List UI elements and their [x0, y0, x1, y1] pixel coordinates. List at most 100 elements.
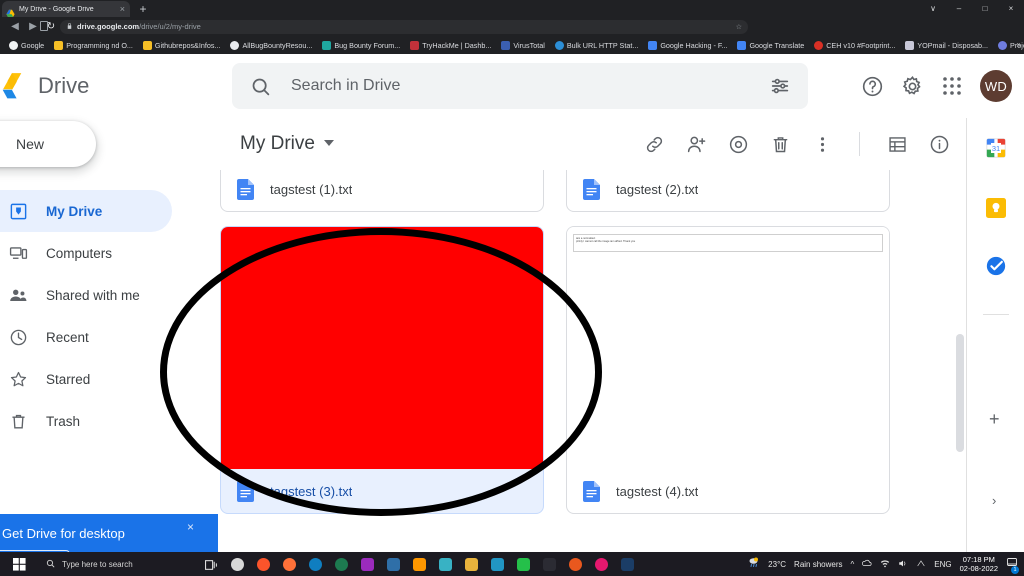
language-indicator[interactable]: ENG: [934, 560, 951, 569]
expand-panel-icon[interactable]: ›: [992, 493, 996, 508]
terminal-icon[interactable]: [536, 552, 562, 576]
chrome-icon[interactable]: [224, 552, 250, 576]
bookmark-item[interactable]: Google Hacking - F...: [643, 36, 732, 54]
close-window-button[interactable]: ×: [998, 0, 1024, 17]
brave-icon[interactable]: [250, 552, 276, 576]
address-bar-row: ◀ ▶ ↻ drive.google.com/drive/u/2/my-driv…: [0, 17, 1024, 49]
file-card[interactable]: tagstest (3).txt: [220, 226, 544, 514]
cast-icon[interactable]: [40, 21, 48, 31]
bookmark-item[interactable]: TryHackMe | Dashb...: [405, 36, 496, 54]
sidebar-item-trash[interactable]: Trash: [0, 400, 172, 442]
add-person-icon[interactable]: [685, 133, 707, 155]
sidebar-item-my-drive[interactable]: My Drive: [0, 190, 172, 232]
file-card[interactable]: tagstest (2).txt: [566, 170, 890, 212]
breadcrumb[interactable]: My Drive: [240, 133, 315, 155]
bookmark-item[interactable]: CEH v10 #Footprint...: [809, 36, 900, 54]
bookmark-item[interactable]: Google: [4, 36, 49, 54]
chevron-up-icon[interactable]: ^: [851, 560, 855, 569]
notifications-button[interactable]: 1: [1006, 555, 1019, 574]
volume-icon[interactable]: [898, 559, 908, 570]
list-view-icon[interactable]: [886, 133, 908, 155]
new-tab-button[interactable]: +: [136, 2, 150, 16]
preview-eye-icon[interactable]: [727, 133, 749, 155]
sidebar-item-shared-with-me[interactable]: Shared with me: [0, 274, 172, 316]
onedrive-icon[interactable]: [862, 559, 872, 570]
vertical-scrollbar[interactable]: [956, 334, 964, 452]
photoshop-icon[interactable]: [614, 552, 640, 576]
gear-icon[interactable]: [900, 74, 924, 98]
edge-icon[interactable]: [302, 552, 328, 576]
trash-icon[interactable]: [769, 133, 791, 155]
file-card[interactable]: iam a normaltext pOnly I cannot call the …: [566, 226, 890, 514]
vscode-insiders-icon[interactable]: [354, 552, 380, 576]
bookmark-item[interactable]: Programming nd O...: [49, 36, 138, 54]
search-input[interactable]: [291, 77, 808, 95]
red-circle-icon: [814, 40, 824, 50]
clock-date: 02-08-2022: [959, 564, 998, 573]
ubuntu-icon[interactable]: [562, 552, 588, 576]
app-glyph: [386, 557, 400, 571]
file-card[interactable]: tagstest (1).txt: [220, 170, 544, 212]
start-button[interactable]: [0, 552, 38, 576]
taskbar-search-placeholder: Type here to search: [62, 559, 133, 569]
new-button[interactable]: New: [0, 121, 96, 167]
calendar-icon[interactable]: 31: [986, 138, 1006, 158]
bookmark-item[interactable]: Google Translate: [732, 36, 809, 54]
bookmark-star-icon[interactable]: ☆: [736, 23, 742, 31]
vscode-icon[interactable]: [380, 552, 406, 576]
more-vertical-icon[interactable]: [811, 133, 833, 155]
omnibox[interactable]: drive.google.com/drive/u/2/my-drive ☆: [60, 19, 748, 34]
sublime-icon[interactable]: [406, 552, 432, 576]
tasks-icon[interactable]: [986, 256, 1006, 276]
new-button-label: New: [16, 136, 45, 152]
sidebar-nav: My Drive Computers Shared with me Recent Sta…: [0, 190, 218, 442]
store-icon[interactable]: [484, 552, 510, 576]
help-icon[interactable]: [860, 74, 884, 98]
bookmark-item[interactable]: Githubrepos&Infos...: [138, 36, 226, 54]
close-icon[interactable]: ×: [187, 520, 194, 534]
sidebar-item-recent[interactable]: Recent: [0, 316, 172, 358]
maximize-button[interactable]: □: [972, 0, 998, 17]
sidebar-item-computers[interactable]: Computers: [0, 232, 172, 274]
task-view-icon[interactable]: [198, 552, 224, 576]
app-glyph: [256, 557, 270, 571]
firefox-icon[interactable]: [276, 552, 302, 576]
back-button[interactable]: ◀: [6, 18, 24, 36]
oo-icon[interactable]: [588, 552, 614, 576]
clock[interactable]: 07:18 PM 02-08-2022: [960, 555, 998, 573]
chevron-down-icon[interactable]: [323, 139, 334, 149]
bookmark-item[interactable]: Bulk URL HTTP Stat...: [550, 36, 644, 54]
bookmark-item[interactable]: AllBugBountyResou...: [225, 36, 317, 54]
keep-icon[interactable]: [986, 198, 1006, 218]
browser-tab[interactable]: My Drive - Google Drive ×: [2, 1, 130, 17]
sidebar-item-starred[interactable]: Starred: [0, 358, 172, 400]
bookmark-item[interactable]: YOPmail - Disposab...: [900, 36, 993, 54]
weather-icon[interactable]: [748, 555, 760, 573]
bookmarks-overflow-icon[interactable]: »: [1017, 40, 1021, 49]
drive-app: Drive Search in Drive WD New My Drive Co…: [0, 54, 1024, 576]
touchpad-icon[interactable]: [916, 559, 926, 570]
info-icon[interactable]: [928, 133, 950, 155]
search-bar[interactable]: [232, 63, 808, 109]
u-app-icon[interactable]: [328, 552, 354, 576]
network-icon[interactable]: [880, 559, 890, 570]
app-glyph: [334, 557, 348, 571]
app-icon[interactable]: [432, 552, 458, 576]
tab-close-icon[interactable]: ×: [120, 4, 126, 14]
drive-logo-icon[interactable]: [2, 72, 32, 100]
search-options-button[interactable]: [752, 63, 808, 109]
bookmark-item[interactable]: VirusTotal: [496, 36, 549, 54]
tab-search-icon[interactable]: ∨: [920, 0, 946, 17]
link-icon[interactable]: [643, 133, 665, 155]
explorer-icon[interactable]: [458, 552, 484, 576]
apps-grid-icon[interactable]: [940, 74, 964, 98]
taskbar-search[interactable]: Type here to search: [38, 552, 198, 576]
avatar[interactable]: WD: [980, 70, 1012, 102]
bookmark-item[interactable]: Bug Bounty Forum...: [317, 36, 405, 54]
add-app-button[interactable]: +: [989, 410, 1000, 428]
minimize-button[interactable]: –: [946, 0, 972, 17]
file-thumbnail: iam a normaltext pOnly I cannot call the …: [567, 227, 889, 469]
virustotal-icon: [501, 40, 511, 50]
bookmark-label: Bug Bounty Forum...: [334, 40, 401, 50]
cmder-icon[interactable]: [510, 552, 536, 576]
